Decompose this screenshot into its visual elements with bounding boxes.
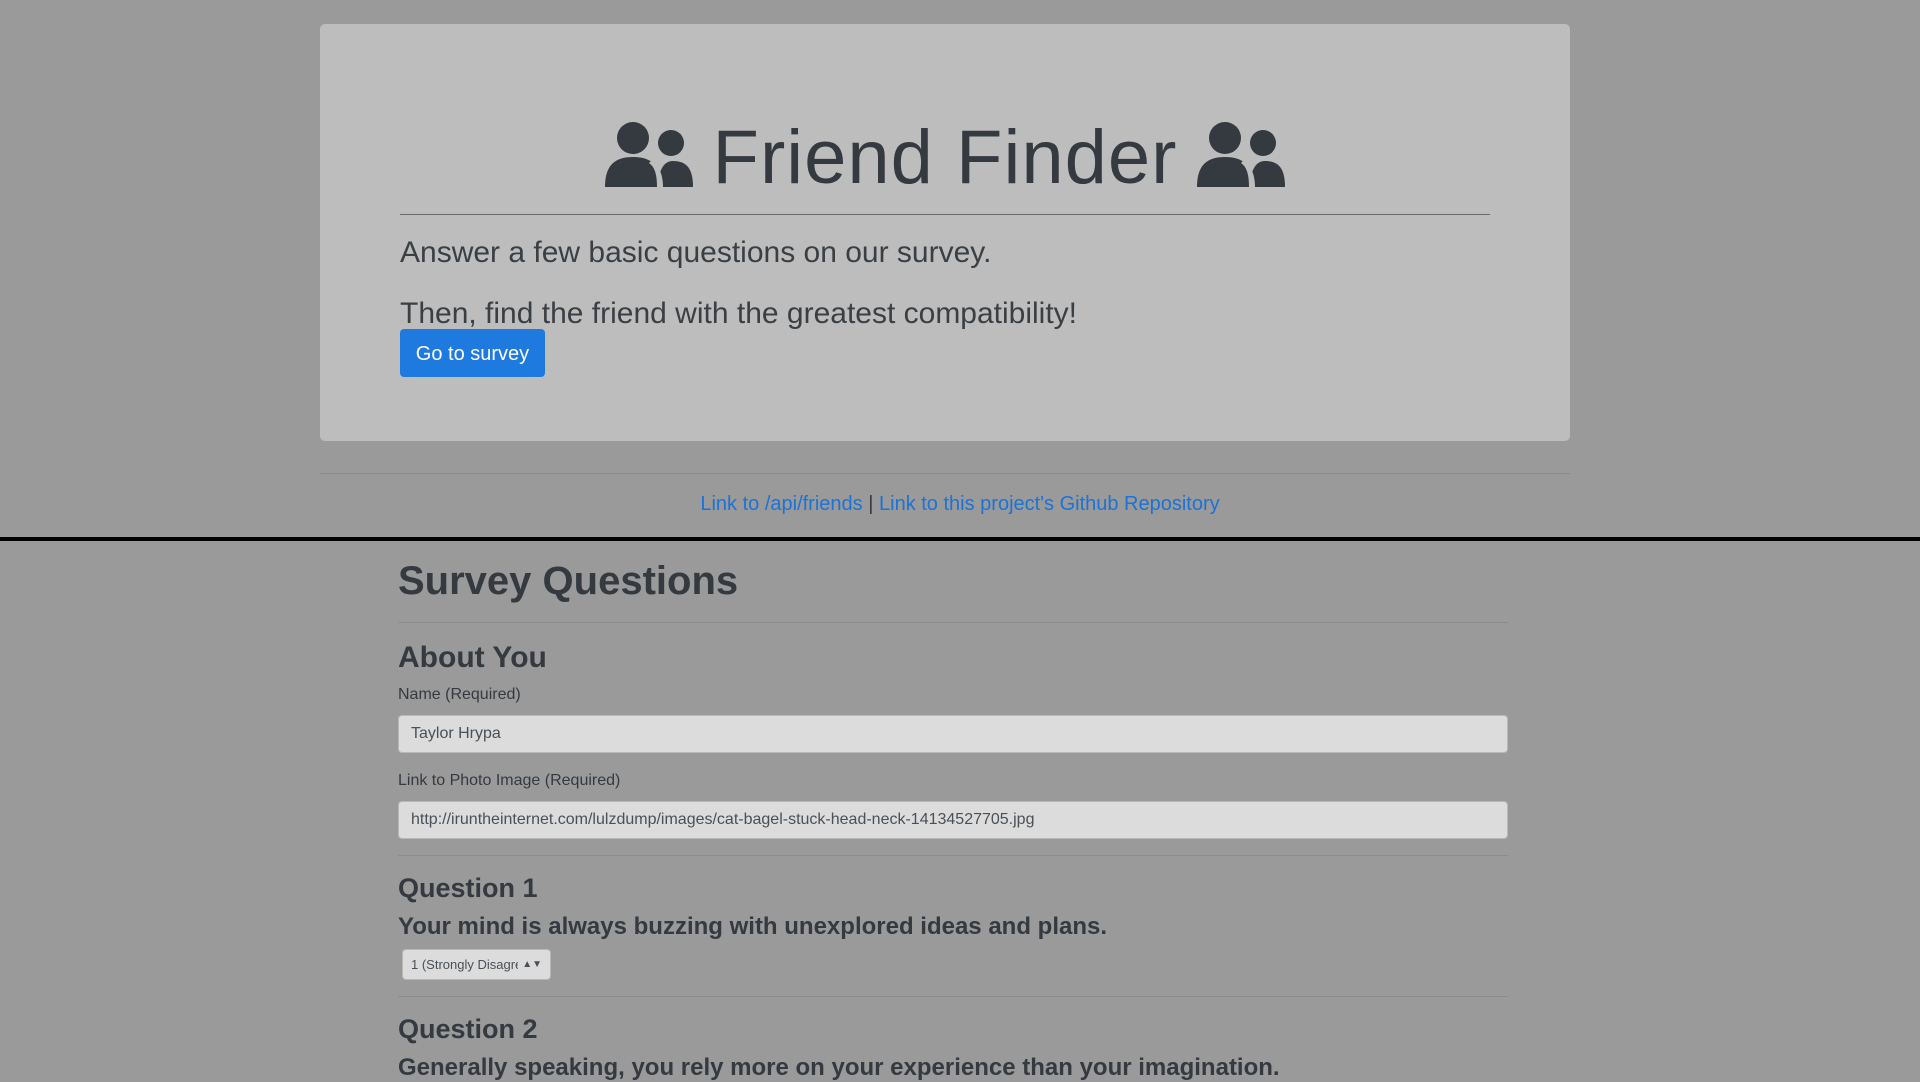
question-1-text: Your mind is always buzzing with unexplo… [398,913,1108,940]
lead-text-1: Answer a few basic questions on our surv… [400,236,992,269]
photo-link-field[interactable]: http://iruntheinternet.com/lulzdump/imag… [398,801,1508,839]
question-1-select[interactable]: 1 (Strongly Disagree) ▲▼ [402,949,551,980]
about-divider [398,855,1508,856]
users-icon [603,116,695,187]
page-title: Friend Finder [320,112,1570,204]
survey-title: Survey Questions [398,559,739,603]
users-icon [1195,116,1287,187]
lead-text-2: Then, find the friend with the greatest … [400,297,1078,330]
select-caret-icon: ▲▼ [518,950,542,979]
about-you-heading: About You [398,641,547,674]
question-1-selected-value: 1 (Strongly Disagree) [411,957,534,972]
survey-title-divider [398,622,1508,623]
jumbotron-divider [400,214,1490,215]
github-repo-link[interactable]: Link to this project's Github Repository [879,493,1220,515]
photo-label: Link to Photo Image (Required) [398,772,621,789]
question-2-heading: Question 2 [398,1014,538,1044]
go-to-survey-button[interactable]: Go to survey [400,329,545,377]
name-label: Name (Required) [398,686,521,703]
api-friends-link[interactable]: Link to /api/friends [700,493,862,515]
question-2-text: Generally speaking, you rely more on you… [398,1054,1280,1081]
question-1-heading: Question 1 [398,873,538,903]
screen-divider [0,537,1920,541]
footer-links: Link to /api/friends | Link to this proj… [0,493,1920,516]
question-1-divider [398,996,1508,997]
link-separator: | [868,493,874,515]
title-text: Friend Finder [712,115,1178,200]
name-field[interactable]: Taylor Hrypa [398,715,1508,753]
jumbotron: Friend Finder Answer a few basic questio… [320,24,1570,441]
top-section: Friend Finder Answer a few basic questio… [0,0,1920,537]
footer-divider [320,473,1570,474]
